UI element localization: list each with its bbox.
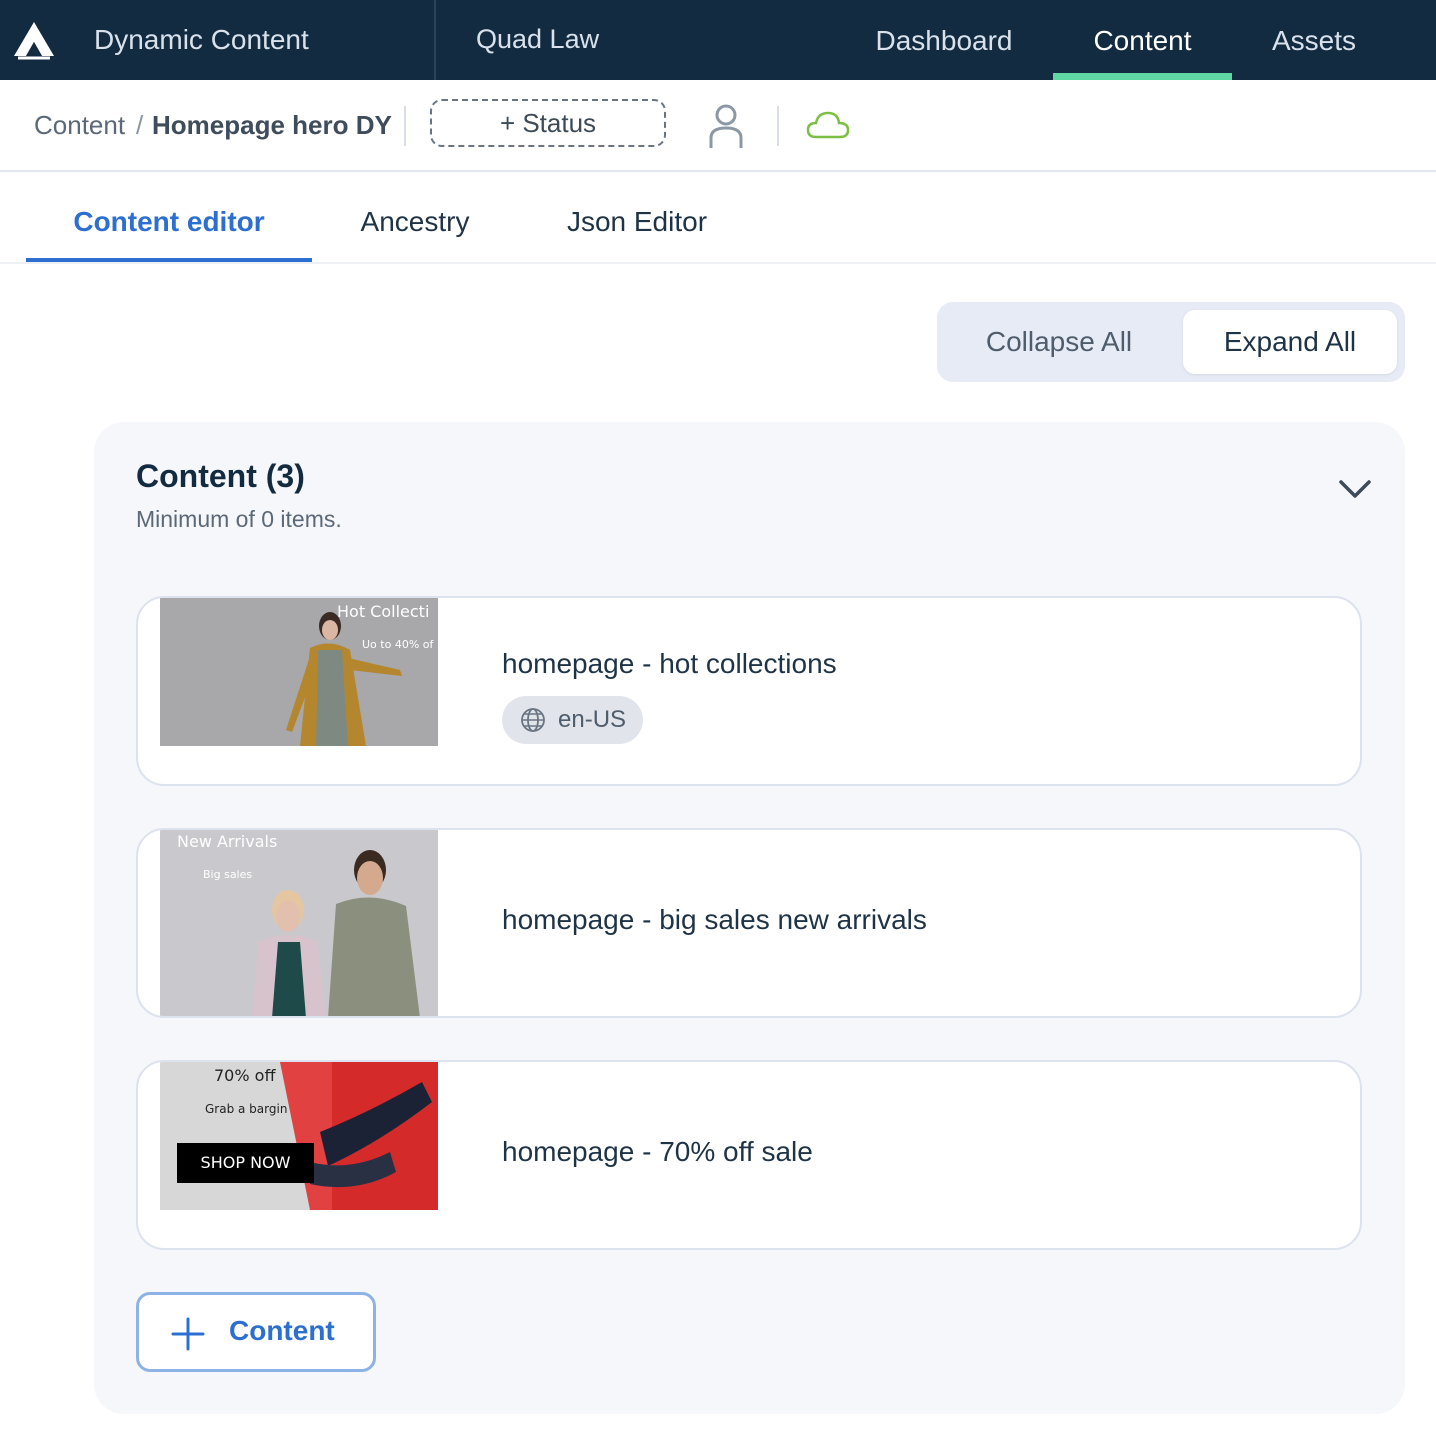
new-arrivals-image [160, 830, 438, 1016]
nav-dashboard[interactable]: Dashboard [862, 0, 1026, 80]
cloud-icon[interactable] [806, 110, 850, 140]
expand-all-button[interactable]: Expand All [1183, 310, 1397, 374]
thumbnail-headline: 70% off [214, 1066, 276, 1085]
tab-json-editor[interactable]: Json Editor [548, 172, 726, 262]
globe-icon [521, 708, 545, 732]
panel-title: Content (3) [136, 458, 305, 494]
collapse-all-button[interactable]: Collapse All [957, 310, 1161, 374]
amplience-logo-icon[interactable] [12, 20, 56, 60]
add-content-label: Content [229, 1315, 335, 1346]
nav-content-label: Content [1093, 25, 1192, 56]
breadcrumb-separator: / [136, 110, 144, 140]
nav-active-indicator [1053, 73, 1232, 80]
thumbnail-subline: Uo to 40% of [362, 638, 434, 651]
nav-assets[interactable]: Assets [1258, 0, 1370, 80]
seventy-off-image [160, 1062, 438, 1210]
thumbnail-subline: Big sales [203, 868, 253, 881]
content-thumbnail: New Arrivals Big sales [160, 830, 438, 1016]
content-item-label: homepage - 70% off sale [502, 1136, 813, 1167]
content-thumbnail: 70% off Grab a bargin SHOP NOW [160, 1062, 438, 1210]
top-navigation-bar: Dynamic Content Quad Law Dashboard Conte… [0, 0, 1436, 80]
tab-ancestry-label: Ancestry [360, 206, 470, 237]
add-content-button[interactable]: Content [136, 1292, 376, 1372]
nav-assets-label: Assets [1271, 25, 1357, 56]
nav-content[interactable]: Content [1053, 0, 1232, 80]
content-item-label: homepage - hot collections [502, 648, 837, 679]
editor-tabs: Content editor Ancestry Json Editor [0, 172, 1436, 264]
locale-text: en-US [558, 706, 627, 733]
app-title: Dynamic Content [94, 24, 309, 55]
hub-selector[interactable]: Quad Law [476, 24, 599, 55]
content-item-card[interactable]: Hot Collecti Uo to 40% of homepage - hot… [136, 596, 1362, 786]
toolbar-divider [404, 106, 406, 146]
plus-icon [171, 1317, 205, 1351]
hub-divider [434, 0, 436, 80]
tab-ancestry[interactable]: Ancestry [340, 172, 490, 262]
content-thumbnail: Hot Collecti Uo to 40% of [160, 598, 438, 746]
panel-subtitle: Minimum of 0 items. [136, 506, 342, 532]
breadcrumb-content-link[interactable]: Content [34, 110, 125, 141]
toolbar-divider-2 [777, 106, 779, 146]
content-item-card[interactable]: New Arrivals Big sales homepage - big sa… [136, 828, 1362, 1018]
tab-content-editor[interactable]: Content editor [26, 172, 312, 262]
collapse-expand-toggle: Collapse All Expand All [937, 302, 1405, 382]
thumbnail-shop-now-button: SHOP NOW [177, 1143, 314, 1183]
thumbnail-headline: Hot Collecti [337, 602, 430, 621]
thumbnail-headline: New Arrivals [177, 832, 278, 851]
breadcrumb-current-item: Homepage hero DY [152, 110, 392, 140]
content-list-panel: Content (3) Minimum of 0 items. Hot Coll… [94, 422, 1405, 1414]
breadcrumb-bar: Content / Homepage hero DY + Status [0, 80, 1436, 172]
nav-dashboard-label: Dashboard [875, 25, 1013, 56]
content-item-label: homepage - big sales new arrivals [502, 904, 927, 935]
user-icon[interactable] [706, 104, 746, 150]
tab-content-editor-label: Content editor [73, 206, 265, 237]
chevron-down-icon[interactable] [1338, 478, 1372, 500]
content-item-card[interactable]: 70% off Grab a bargin SHOP NOW homepage … [136, 1060, 1362, 1250]
tab-active-indicator [26, 258, 312, 262]
add-status-button[interactable]: + Status [430, 99, 666, 147]
locale-badge: en-US [502, 696, 643, 744]
tab-json-editor-label: Json Editor [566, 206, 708, 237]
thumbnail-subline: Grab a bargin [205, 1102, 288, 1116]
